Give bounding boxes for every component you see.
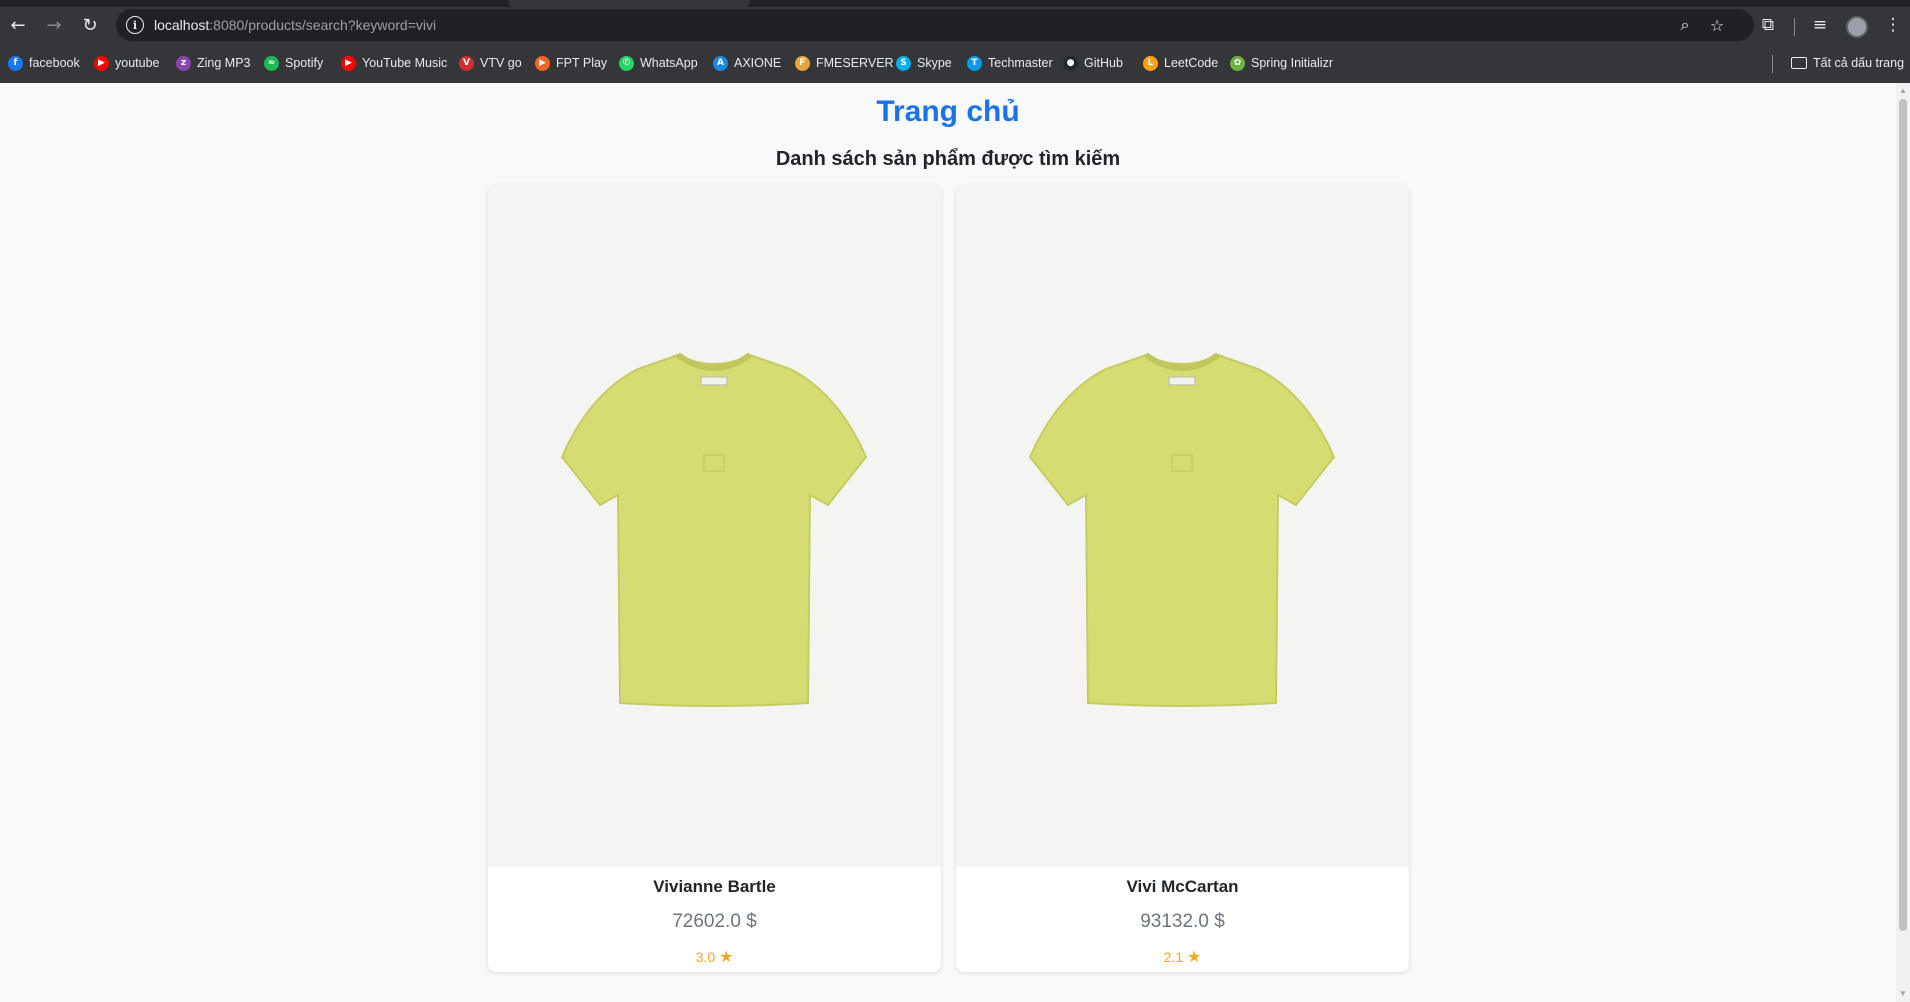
- bookmark-favicon-icon: L: [1143, 55, 1158, 71]
- product-rating: 2.1 ★: [956, 947, 1409, 966]
- product-price: 93132.0 $: [956, 911, 1409, 933]
- all-bookmarks-label: Tất cả dấu trang: [1813, 56, 1905, 70]
- bookmark-item[interactable]: ● GitHub: [1063, 53, 1123, 73]
- bookmark-favicon-icon: ✿: [1230, 55, 1245, 71]
- url-text[interactable]: localhost:8080/products/search?keyword=v…: [154, 17, 436, 33]
- t-shirt-image: [560, 352, 868, 707]
- bookmark-favicon-icon: A: [713, 55, 728, 71]
- profile-avatar[interactable]: [1846, 16, 1868, 38]
- bookmark-label: FPT Play: [556, 56, 608, 70]
- reload-icon[interactable]: ↻: [76, 11, 104, 39]
- bookmark-item[interactable]: A AXIONE: [713, 53, 781, 73]
- forward-icon[interactable]: →: [40, 11, 68, 39]
- bookmark-label: facebook: [29, 56, 80, 70]
- address-bar[interactable]: i localhost:8080/products/search?keyword…: [116, 9, 1754, 41]
- rating-value: 2.1: [1163, 949, 1184, 965]
- media-control-icon[interactable]: ≡: [1806, 11, 1834, 39]
- browser-toolbar: ← → ↻ i localhost:8080/products/search?k…: [0, 7, 1910, 43]
- toolbar-divider: [1794, 18, 1795, 36]
- bookmark-item[interactable]: f facebook: [8, 53, 80, 73]
- bookmark-label: FMESERVER: [816, 56, 894, 70]
- currency-symbol: $: [1214, 911, 1225, 932]
- bookmark-star-icon[interactable]: ☆: [1706, 14, 1728, 36]
- product-card[interactable]: Vivianne Bartle 72602.0 $3.0 ★: [488, 185, 941, 972]
- folder-icon: [1791, 57, 1807, 69]
- bookmark-item[interactable]: S Skype: [896, 53, 952, 73]
- bookmark-favicon-icon: S: [896, 55, 911, 71]
- star-icon: ★: [1187, 947, 1202, 966]
- all-bookmarks-button[interactable]: Tất cả dấu trang: [1791, 53, 1904, 73]
- rating-value: 3.0: [695, 949, 716, 965]
- bookmark-item[interactable]: z Zing MP3: [176, 53, 251, 73]
- price-value: 93132.0: [1140, 911, 1209, 932]
- site-info-icon[interactable]: i: [126, 16, 144, 34]
- product-card[interactable]: Vivi McCartan 93132.0 $2.1 ★: [956, 185, 1409, 972]
- bookmark-item[interactable]: ▶ youtube: [94, 53, 159, 73]
- browser-chrome: ← → ↻ i localhost:8080/products/search?k…: [0, 0, 1910, 83]
- bookmark-item[interactable]: ≈ Spotify: [264, 53, 323, 73]
- bookmark-label: LeetCode: [1164, 56, 1219, 70]
- menu-kebab-icon[interactable]: ⋮: [1879, 11, 1907, 39]
- bookmark-favicon-icon: F: [795, 55, 810, 71]
- bookmark-label: Spotify: [285, 56, 324, 70]
- page-subtitle: Danh sách sản phẩm được tìm kiếm: [775, 148, 1121, 170]
- bookmark-label: AXIONE: [734, 56, 782, 70]
- bookmark-label: VTV go: [480, 56, 522, 70]
- active-tab[interactable]: [508, 0, 750, 7]
- scroll-up-icon[interactable]: ▲: [1899, 86, 1907, 95]
- t-shirt-image: [1028, 352, 1336, 707]
- product-rating: 3.0 ★: [488, 947, 941, 966]
- currency-symbol: $: [746, 911, 757, 932]
- bookmark-favicon-icon: f: [8, 55, 23, 71]
- home-link-text[interactable]: Trang chủ: [876, 95, 1019, 128]
- bookmark-label: WhatsApp: [640, 56, 698, 70]
- bookmark-favicon-icon: z: [176, 55, 191, 71]
- product-image[interactable]: [956, 185, 1409, 867]
- bookmark-item[interactable]: T Techmaster: [967, 53, 1053, 73]
- bookmark-item[interactable]: ▶ YouTube Music: [341, 53, 447, 73]
- scroll-thumb[interactable]: [1899, 99, 1907, 931]
- bookmark-item[interactable]: ✆ WhatsApp: [619, 53, 698, 73]
- star-icon: ★: [719, 947, 734, 966]
- bookmark-favicon-icon: ≈: [264, 55, 279, 71]
- bookmark-label: Spring Initializr: [1251, 56, 1333, 70]
- price-value: 72602.0: [672, 911, 741, 932]
- product-price: 72602.0 $: [488, 911, 941, 933]
- bookmarks-bar: Tất cả dấu trang f facebook ▶ youtube z Zing …: [0, 47, 1910, 77]
- bookmark-label: YouTube Music: [362, 56, 448, 70]
- back-icon[interactable]: ←: [4, 11, 32, 39]
- bookmark-favicon-icon: ▶: [94, 55, 109, 71]
- page-content: Trang chủ Danh sách sản phẩm được tìm ki…: [0, 83, 1896, 1002]
- zoom-icon[interactable]: ⌕: [1674, 14, 1696, 36]
- bookmark-label: Techmaster: [988, 56, 1053, 70]
- bookmark-label: Skype: [917, 56, 952, 70]
- bookmark-favicon-icon: T: [967, 55, 982, 71]
- bookmark-item[interactable]: ▶ FPT Play: [535, 53, 607, 73]
- bookmark-favicon-icon: ✆: [619, 55, 634, 71]
- bookmark-item[interactable]: F FMESERVER: [795, 53, 894, 73]
- bookmark-label: GitHub: [1084, 56, 1123, 70]
- scroll-down-icon[interactable]: ▼: [1899, 989, 1907, 998]
- url-host: localhost: [154, 17, 210, 33]
- bookmark-item[interactable]: ✿ Spring Initializr: [1230, 53, 1333, 73]
- page-scrollbar[interactable]: ▲ ▼: [1896, 83, 1910, 1002]
- bookmark-favicon-icon: ▶: [535, 55, 550, 71]
- product-image[interactable]: [488, 185, 941, 867]
- url-path: :8080/products/search?keyword=vivi: [209, 17, 437, 33]
- bookmark-item[interactable]: V VTV go: [459, 53, 522, 73]
- bookmark-favicon-icon: ●: [1063, 55, 1078, 71]
- bookmarks-divider: [1772, 55, 1773, 73]
- bookmark-favicon-icon: V: [459, 55, 474, 71]
- bookmark-label: Zing MP3: [197, 56, 251, 70]
- bookmark-favicon-icon: ▶: [341, 55, 356, 71]
- tab-strip: [0, 0, 1910, 7]
- product-name[interactable]: Vivi McCartan: [956, 877, 1409, 897]
- home-link: Trang chủ: [0, 95, 1896, 129]
- extensions-icon[interactable]: ⧉: [1754, 11, 1782, 39]
- product-name[interactable]: Vivianne Bartle: [488, 877, 941, 897]
- bookmark-label: youtube: [115, 56, 160, 70]
- bookmark-item[interactable]: L LeetCode: [1143, 53, 1218, 73]
